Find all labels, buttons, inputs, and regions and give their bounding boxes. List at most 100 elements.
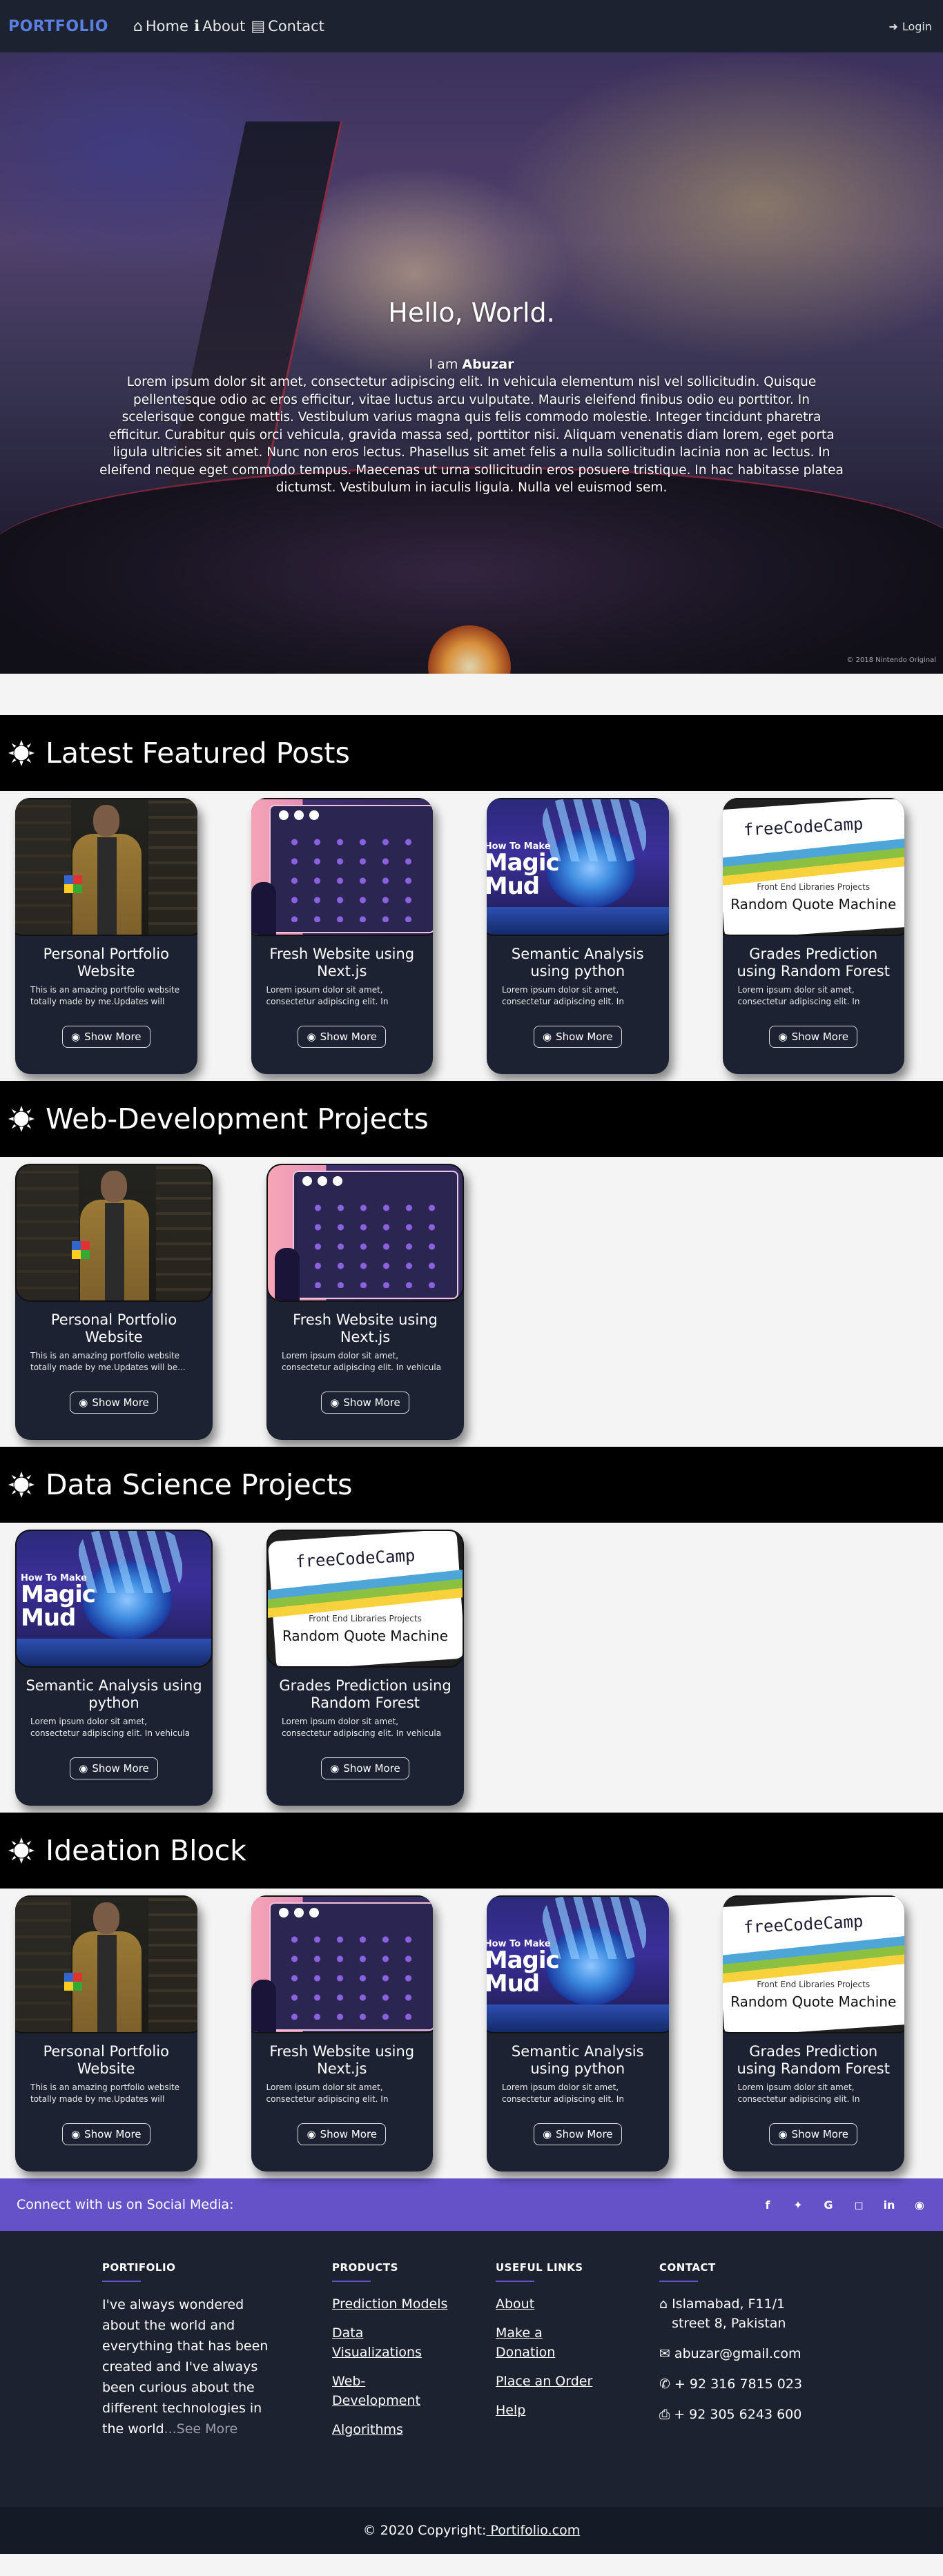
sun-icon xyxy=(8,1472,35,1498)
home-icon: ⌂ xyxy=(659,2296,668,2312)
card-description: This is an amazing portfolio website tot… xyxy=(30,1351,186,1372)
card-image: freeCodeCamp Front End Libraries Projects… xyxy=(722,1895,904,2033)
brand-logo[interactable]: PORTFOLIO xyxy=(8,18,108,35)
footer-link-prediction-models[interactable]: Prediction Models xyxy=(332,2294,449,2314)
project-card: Personal Portfolio Website This is an am… xyxy=(15,798,197,1074)
card-title: Semantic Analysis using python xyxy=(511,946,644,979)
twitter-icon[interactable]: ✦ xyxy=(791,2198,805,2212)
home-icon: ⌂ xyxy=(133,17,143,35)
nav-home[interactable]: ⌂ Home xyxy=(133,18,188,35)
footer-link-algorithms[interactable]: Algorithms xyxy=(332,2420,449,2439)
project-card: freeCodeCamp Front End Libraries Projects… xyxy=(722,1895,904,2172)
show-more-button[interactable]: ◉ Show More xyxy=(70,1392,158,1414)
show-more-button[interactable]: ◉ Show More xyxy=(321,1392,409,1414)
info-icon: ℹ xyxy=(193,17,200,35)
show-more-button[interactable]: ◉ Show More xyxy=(533,1026,622,1048)
card-title: Personal Portfolio Website xyxy=(43,946,169,979)
footer-link-donation[interactable]: Make a Donation xyxy=(496,2323,572,2362)
eye-icon: ◉ xyxy=(79,1762,88,1775)
footer-contact-heading: CONTACT xyxy=(659,2261,716,2274)
show-more-button[interactable]: ◉ Show More xyxy=(321,1757,409,1779)
eye-icon: ◉ xyxy=(307,2128,316,2140)
login-label: Login xyxy=(902,19,932,33)
hero-title: Hello, World. xyxy=(388,297,555,328)
project-card: freeCodeCamp Front End Libraries Projects… xyxy=(722,798,904,1074)
card-title: Semantic Analysis using python xyxy=(26,1677,202,1711)
card-description: Lorem ipsum dolor sit amet, consectetur … xyxy=(737,985,860,1006)
section-header-webdev: Web-Development Projects xyxy=(0,1081,943,1157)
nav-about-label: About xyxy=(202,18,246,35)
footer-link-about[interactable]: About xyxy=(496,2294,572,2314)
see-more-link[interactable]: ...See More xyxy=(164,2421,238,2437)
card-image xyxy=(15,1895,197,2033)
show-more-button[interactable]: ◉ Show More xyxy=(769,1026,858,1048)
project-card: Fresh Website using Next.js Lorem ipsum … xyxy=(266,1164,464,1440)
card-image xyxy=(266,1164,464,1302)
show-more-button[interactable]: ◉ Show More xyxy=(61,2123,150,2145)
show-more-button[interactable]: ◉ Show More xyxy=(61,1026,150,1048)
card-description: Lorem ipsum dolor sit amet, consectetur … xyxy=(282,1717,442,1738)
login-link[interactable]: ➜ Login xyxy=(888,20,932,33)
footer-link-order[interactable]: Place an Order xyxy=(496,2372,634,2391)
footer-link-help[interactable]: Help xyxy=(496,2401,572,2420)
section-title: Web-Development Projects xyxy=(46,1102,429,1135)
card-title: Personal Portfolio Website xyxy=(50,1311,177,1345)
show-more-button[interactable]: ◉ Show More xyxy=(533,2123,622,2145)
section-header-featured: Latest Featured Posts xyxy=(0,715,943,791)
facebook-icon[interactable]: f xyxy=(761,2198,775,2212)
hero-intro: I am Abuzar xyxy=(429,357,514,372)
sun-icon xyxy=(8,740,35,766)
eye-icon: ◉ xyxy=(542,2128,552,2140)
card-image xyxy=(15,1164,213,1302)
card-image xyxy=(15,798,197,936)
card-title: Semantic Analysis using python xyxy=(511,2043,644,2077)
project-card: Fresh Website using Next.js Lorem ipsum … xyxy=(251,798,433,1074)
footer-portfolio-heading: PORTIFOLIO xyxy=(102,2261,176,2274)
ideation-cards: Personal Portfolio Website This is an am… xyxy=(0,1889,943,2178)
show-more-button[interactable]: ◉ Show More xyxy=(70,1757,158,1779)
card-image xyxy=(251,1895,433,2033)
linkedin-icon[interactable]: in xyxy=(882,2198,896,2212)
sun-icon xyxy=(8,1837,35,1864)
card-description: This is an amazing portfolio website tot… xyxy=(30,2082,180,2104)
nav-about[interactable]: ℹ About xyxy=(194,18,245,35)
eye-icon: ◉ xyxy=(307,1031,316,1043)
footer-link-data-visualizations[interactable]: Data Visualizations xyxy=(332,2323,449,2362)
github-icon[interactable]: ◉ xyxy=(913,2198,926,2212)
card-image: How To Make Magic Mud xyxy=(487,798,669,936)
hero-banner: Hello, World. I am Abuzar Lorem ipsum do… xyxy=(0,52,943,674)
hero-description: Lorem ipsum dolor sit amet, consectetur … xyxy=(99,375,844,495)
show-more-button[interactable]: ◉ Show More xyxy=(769,2123,858,2145)
section-title: Latest Featured Posts xyxy=(46,736,350,770)
card-title: Fresh Website using Next.js xyxy=(293,1311,438,1345)
envelope-icon: ✉ xyxy=(659,2346,670,2361)
show-more-button[interactable]: ◉ Show More xyxy=(298,2123,387,2145)
webdev-cards: Personal Portfolio Website This is an am… xyxy=(0,1157,943,1447)
project-card: How To Make Magic Mud Semantic Analysis us… xyxy=(487,1895,669,2172)
show-more-button[interactable]: ◉ Show More xyxy=(298,1026,387,1048)
card-title: Fresh Website using Next.js xyxy=(269,946,415,979)
section-title: Ideation Block xyxy=(46,1834,246,1867)
social-text: Connect with us on Social Media: xyxy=(17,2197,234,2212)
nav-contact[interactable]: ▤ Contact xyxy=(251,18,324,35)
datasci-cards: How To Make Magic Mud Semantic Analysis us… xyxy=(0,1523,943,1813)
footer-link-web-development[interactable]: Web-Development xyxy=(332,2372,449,2410)
card-title: Personal Portfolio Website xyxy=(43,2043,169,2077)
section-header-datasci: Data Science Projects xyxy=(0,1447,943,1523)
eye-icon: ◉ xyxy=(70,1031,81,1043)
contact-email: ✉ abuzar@gmail.com xyxy=(659,2344,818,2363)
card-image: How To Make Magic Mud xyxy=(487,1895,669,2033)
hero-name: Abuzar xyxy=(462,357,514,372)
google-icon[interactable]: G xyxy=(822,2198,835,2212)
eye-icon: ◉ xyxy=(330,1396,340,1409)
contact-fax: ⎙ + 92 305 6243 600 xyxy=(659,2405,818,2424)
project-card: freeCodeCamp Front End Libraries Projects… xyxy=(266,1530,464,1806)
nav-contact-label: Contact xyxy=(268,18,324,35)
project-card: How To Make Magic Mud Semantic Analysis us… xyxy=(15,1530,213,1806)
card-title: Grades Prediction using Random Forest xyxy=(279,1677,451,1711)
instagram-icon[interactable]: ◻ xyxy=(852,2198,866,2212)
eye-icon: ◉ xyxy=(778,2128,788,2140)
contact-phone: ✆ + 92 316 7815 023 xyxy=(659,2374,818,2394)
copyright-link[interactable]: Portifolio.com xyxy=(486,2523,580,2538)
project-card: Personal Portfolio Website This is an am… xyxy=(15,1164,213,1440)
